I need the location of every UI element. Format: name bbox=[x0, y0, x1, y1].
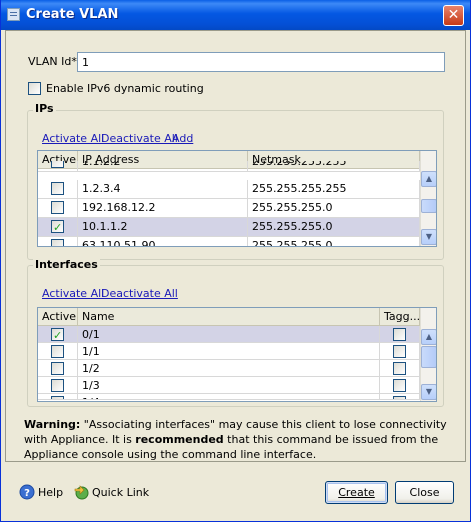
ipv6-label: Enable IPv6 dynamic routing bbox=[46, 82, 204, 95]
warning-text: Warning: "Associating interfaces" may ca… bbox=[24, 417, 452, 462]
interface-tagged-cell bbox=[380, 326, 420, 342]
interface-active-cell bbox=[38, 343, 78, 359]
ip-active-checkbox[interactable] bbox=[51, 161, 64, 168]
interface-name-cell: 1/4 bbox=[78, 394, 380, 399]
close-button-label: Close bbox=[409, 486, 440, 499]
ip-netmask-cell: 255.255.255.0 bbox=[248, 237, 420, 246]
ip-active-checkbox[interactable] bbox=[51, 182, 64, 195]
interfaces-scroll-thumb[interactable] bbox=[421, 346, 436, 368]
ips-deactivate-all-link[interactable]: Deactivate All bbox=[101, 132, 178, 145]
ipv6-checkbox[interactable] bbox=[28, 82, 41, 95]
interface-name-cell: 1/2 bbox=[78, 360, 380, 376]
vlan-id-input[interactable] bbox=[77, 52, 445, 72]
ip-active-cell bbox=[38, 199, 78, 217]
ip-active-cell bbox=[38, 161, 78, 171]
interface-tagged-cell bbox=[380, 343, 420, 359]
title-bar[interactable]: Create VLAN ✕ bbox=[1, 0, 470, 30]
ip-row[interactable]: 10.1.1.2255.255.255.0 bbox=[38, 218, 420, 237]
scroll-up-icon[interactable]: ▲ bbox=[421, 171, 436, 187]
ip-active-checkbox[interactable] bbox=[51, 201, 64, 214]
interface-tagged-checkbox[interactable] bbox=[393, 328, 406, 341]
ips-activate-all-link[interactable]: Activate All bbox=[42, 132, 104, 145]
interface-tagged-checkbox[interactable] bbox=[393, 379, 406, 392]
dialog-body: VLAN Id* Enable IPv6 dynamic routing IPs… bbox=[5, 30, 466, 462]
interface-active-checkbox[interactable] bbox=[51, 396, 64, 399]
interface-active-cell bbox=[38, 360, 78, 376]
ips-group-title: IPs bbox=[33, 102, 56, 115]
quick-link-icon[interactable] bbox=[73, 484, 89, 500]
ip-active-cell bbox=[38, 237, 78, 246]
ip-active-checkbox[interactable] bbox=[51, 219, 64, 236]
window-icon bbox=[7, 8, 20, 21]
interface-tagged-checkbox[interactable] bbox=[393, 362, 406, 375]
interfaces-table: Active Name Tagg... 0/11/11/21/31/4 ▲ ▼ bbox=[37, 307, 437, 402]
interface-row[interactable]: 1/2 bbox=[38, 360, 420, 377]
ip-row[interactable]: 1.2.3.4 255.255.255.255 bbox=[38, 180, 420, 199]
scroll-up-icon[interactable]: ▲ bbox=[421, 329, 436, 345]
ips-add-link[interactable]: Add bbox=[172, 132, 193, 145]
ip-active-checkbox[interactable] bbox=[51, 239, 64, 246]
ip-address-cell: 1.2.3.4 bbox=[78, 180, 248, 198]
interface-active-checkbox[interactable] bbox=[51, 379, 64, 392]
interface-row[interactable]: 1/3 bbox=[38, 377, 420, 394]
warning-emphasis: recommended bbox=[135, 433, 224, 446]
warning-label: Warning: bbox=[24, 418, 81, 431]
ips-scroll-thumb[interactable] bbox=[421, 199, 436, 213]
interface-row[interactable]: 1/4 bbox=[38, 394, 420, 400]
ip-address-cell: 192.168.12.2 bbox=[78, 199, 248, 217]
quick-link[interactable]: Quick Link bbox=[92, 486, 149, 499]
interfaces-activate-all-link[interactable]: Activate All bbox=[42, 287, 104, 300]
interface-tagged-checkbox[interactable] bbox=[393, 396, 406, 399]
interface-active-cell bbox=[38, 377, 78, 393]
window-title: Create VLAN bbox=[26, 7, 119, 22]
ip-netmask-cell: 255.255.255.255 bbox=[248, 161, 420, 171]
interface-active-cell bbox=[38, 326, 78, 342]
vlan-id-label: VLAN Id* bbox=[28, 55, 77, 68]
interfaces-scrollbar[interactable]: ▲ ▼ bbox=[420, 308, 436, 401]
interface-name-cell: 1/1 bbox=[78, 343, 380, 359]
interface-tagged-cell bbox=[380, 377, 420, 393]
ip-active-cell bbox=[38, 218, 78, 236]
scroll-down-icon[interactable]: ▼ bbox=[421, 384, 436, 400]
interfaces-group-title: Interfaces bbox=[33, 258, 100, 271]
scroll-down-icon[interactable]: ▼ bbox=[421, 229, 436, 245]
interfaces-deactivate-all-link[interactable]: Deactivate All bbox=[101, 287, 178, 300]
ip-address-cell: 10.1.1.2 bbox=[78, 218, 248, 236]
interfaces-col-tagged[interactable]: Tagg... bbox=[380, 308, 420, 326]
interface-name-cell: 0/1 bbox=[78, 326, 380, 342]
interface-active-checkbox[interactable] bbox=[51, 362, 64, 375]
interface-row[interactable]: 1/1 bbox=[38, 343, 420, 360]
ip-netmask-cell: 255.255.255.0 bbox=[248, 218, 420, 236]
interface-tagged-cell bbox=[380, 360, 420, 376]
interface-active-cell bbox=[38, 394, 78, 399]
ip-row[interactable]: 192.168.12.2 255.255.255.0 bbox=[38, 199, 420, 218]
interface-tagged-checkbox[interactable] bbox=[393, 345, 406, 358]
interface-tagged-cell bbox=[380, 394, 420, 399]
ip-row[interactable]: 1.1.2.2 255.255.255.255 bbox=[38, 161, 420, 172]
ips-scrollbar[interactable]: ▲ ▼ bbox=[420, 151, 436, 246]
interface-active-checkbox[interactable] bbox=[51, 345, 64, 358]
ip-active-cell bbox=[38, 180, 78, 198]
interfaces-col-active[interactable]: Active bbox=[38, 308, 78, 326]
create-vlan-dialog: Create VLAN ✕ VLAN Id* Enable IPv6 dynam… bbox=[0, 0, 471, 522]
create-button[interactable]: Create bbox=[325, 481, 388, 504]
close-button[interactable]: Close bbox=[395, 481, 454, 504]
ip-address-cell: 1.1.2.2 bbox=[78, 161, 248, 171]
help-icon[interactable]: ? bbox=[19, 484, 35, 500]
help-link[interactable]: Help bbox=[38, 486, 63, 499]
ip-row[interactable]: 63.110.51.90 255.255.255.0 bbox=[38, 237, 420, 246]
ips-table: Active IP Address Netmask 1.1.2.2 255.255… bbox=[37, 150, 437, 247]
svg-text:?: ? bbox=[24, 488, 30, 499]
close-window-button[interactable]: ✕ bbox=[443, 5, 464, 26]
interfaces-table-header: Active Name Tagg... bbox=[38, 308, 420, 326]
ip-netmask-cell: 255.255.255.0 bbox=[248, 199, 420, 217]
interface-row[interactable]: 0/1 bbox=[38, 326, 420, 343]
interface-active-checkbox[interactable] bbox=[51, 327, 64, 342]
interfaces-col-name[interactable]: Name bbox=[78, 308, 380, 326]
create-button-label: Create bbox=[338, 486, 375, 499]
ip-address-cell: 63.110.51.90 bbox=[78, 237, 248, 246]
ip-netmask-cell: 255.255.255.255 bbox=[248, 180, 420, 198]
interface-name-cell: 1/3 bbox=[78, 377, 380, 393]
